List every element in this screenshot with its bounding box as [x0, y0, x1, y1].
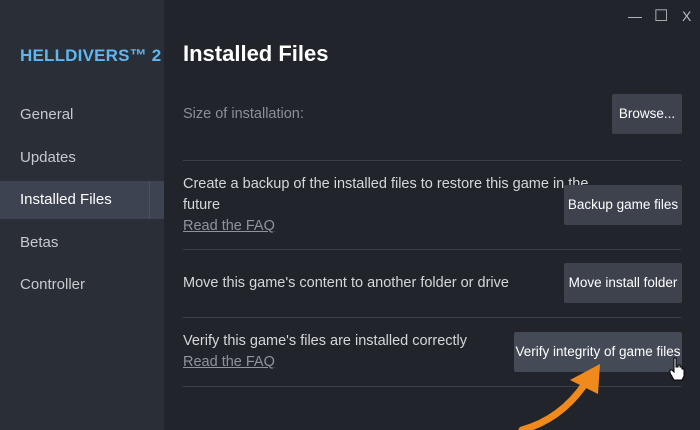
- maximize-icon[interactable]: ☐: [654, 6, 668, 26]
- page-title: Installed Files: [183, 41, 329, 66]
- divider: [183, 160, 681, 161]
- sidebar-item-controller[interactable]: Controller: [0, 266, 164, 304]
- close-icon[interactable]: X: [682, 8, 691, 24]
- move-install-folder-button[interactable]: Move install folder: [564, 263, 682, 303]
- verify-faq-link[interactable]: Read the FAQ: [183, 352, 275, 373]
- hand-cursor-icon: [669, 357, 685, 381]
- properties-window: HELLDIVERS™ 2 General Updates Installed …: [0, 0, 700, 430]
- sidebar-item-installed-files[interactable]: Installed Files: [0, 181, 164, 219]
- size-row: Size of installation:: [183, 104, 681, 125]
- sidebar-item-betas[interactable]: Betas: [0, 224, 164, 262]
- annotation-arrow-icon: [518, 364, 600, 430]
- sidebar: HELLDIVERS™ 2 General Updates Installed …: [0, 0, 164, 430]
- divider: [183, 249, 681, 250]
- game-title: HELLDIVERS™ 2: [20, 46, 162, 65]
- browse-button[interactable]: Browse...: [612, 94, 682, 134]
- sidebar-item-updates[interactable]: Updates: [0, 139, 164, 177]
- backup-game-files-button[interactable]: Backup game files: [564, 185, 682, 225]
- minimize-icon[interactable]: —: [628, 8, 642, 24]
- backup-faq-link[interactable]: Read the FAQ: [183, 216, 275, 237]
- sidebar-item-general[interactable]: General: [0, 96, 164, 134]
- divider: [183, 317, 681, 318]
- size-label: Size of installation:: [183, 106, 304, 122]
